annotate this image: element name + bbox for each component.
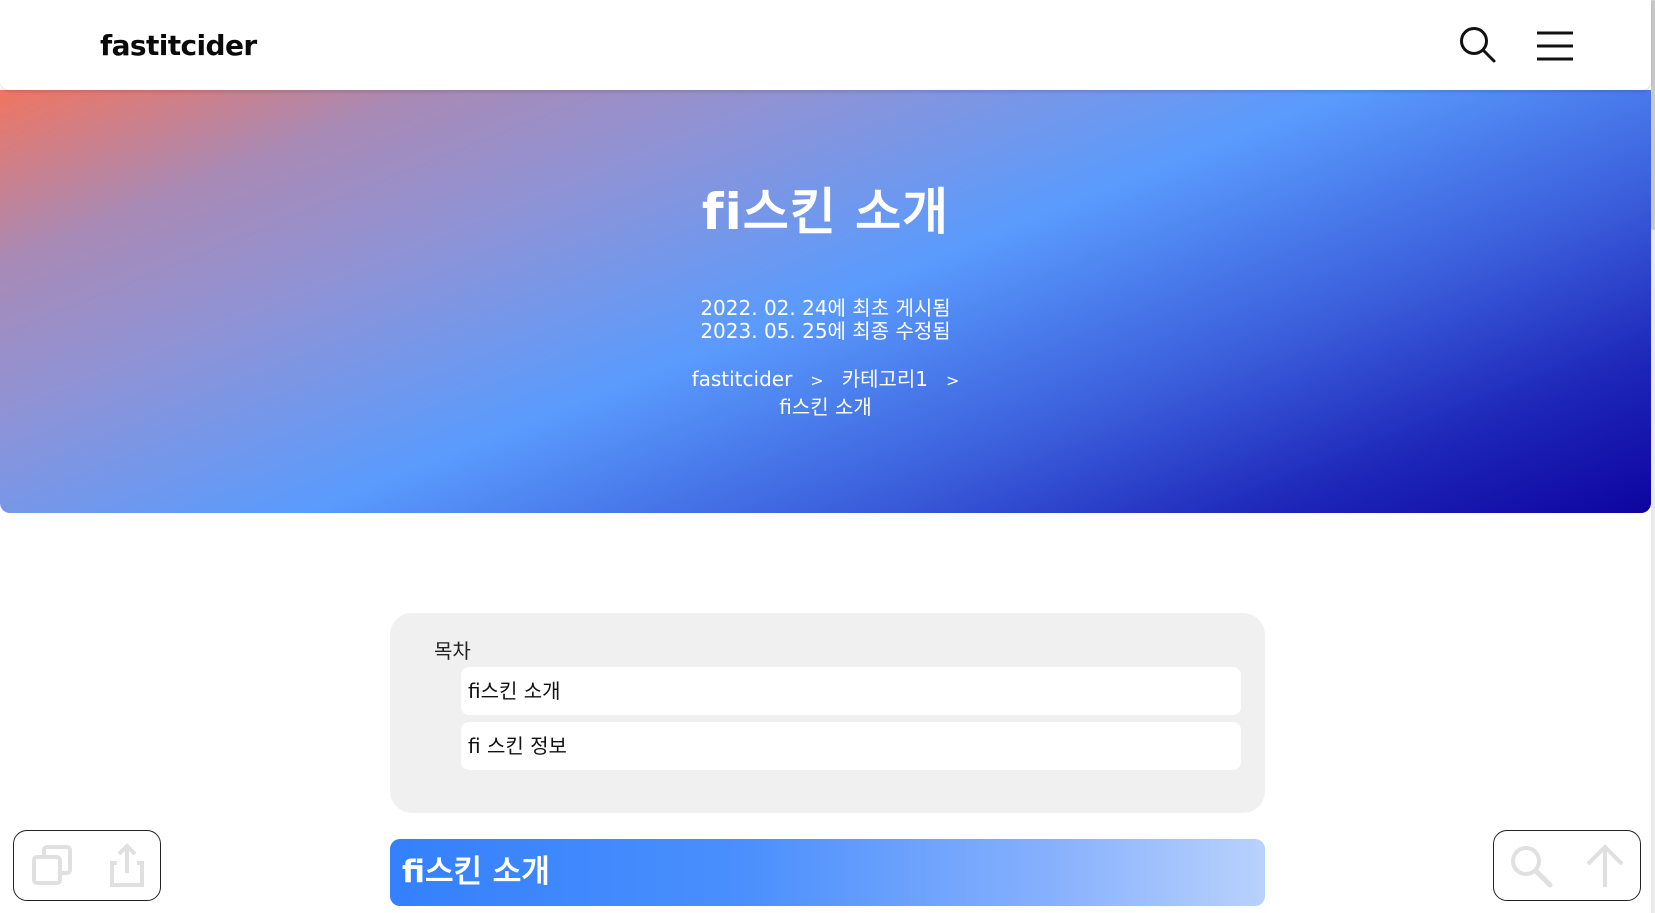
breadcrumb: fastitcider > 카테고리1 > fi스킨 소개 — [0, 366, 1651, 420]
post-published-date: 2022. 02. 24에 최초 게시됨 — [700, 296, 951, 320]
post-modified-date: 2023. 05. 25에 최종 수정됨 — [700, 319, 951, 343]
search-icon — [1460, 27, 1496, 63]
breadcrumb-current[interactable]: fi스킨 소개 — [779, 395, 872, 419]
floating-tools-left — [13, 830, 161, 901]
share-button[interactable] — [102, 841, 152, 891]
post-title: fi스킨 소개 — [701, 183, 950, 241]
site-logo[interactable]: fastitcider — [100, 29, 257, 62]
hamburger-menu-icon — [1537, 31, 1573, 61]
breadcrumb-separator: > — [946, 371, 960, 390]
table-of-contents: 목차 fi스킨 소개 fi 스킨 정보 — [390, 613, 1265, 813]
toc-title: 목차 — [434, 639, 471, 663]
copy-icon — [32, 845, 72, 885]
breadcrumb-home[interactable]: fastitcider — [692, 366, 793, 392]
site-header: fastitcider — [0, 0, 1651, 90]
search-button[interactable] — [1457, 24, 1501, 68]
menu-button[interactable] — [1533, 24, 1577, 68]
section-heading: fi스킨 소개 — [390, 839, 1265, 906]
floating-search-button[interactable] — [1506, 841, 1556, 891]
toc-item[interactable]: fi스킨 소개 — [461, 667, 1241, 715]
search-icon — [1511, 846, 1553, 888]
breadcrumb-separator: > — [810, 371, 824, 390]
scroll-to-top-button[interactable] — [1580, 841, 1630, 891]
arrow-up-icon — [1586, 844, 1624, 887]
post-hero: fi스킨 소개 2022. 02. 24에 최초 게시됨 2023. 05. 2… — [0, 90, 1651, 513]
breadcrumb-category[interactable]: 카테고리1 — [842, 366, 928, 392]
scrollbar-thumb[interactable] — [1651, 0, 1655, 230]
toc-item[interactable]: fi 스킨 정보 — [461, 722, 1241, 770]
copy-button[interactable] — [28, 841, 78, 891]
floating-tools-right — [1493, 830, 1641, 901]
post-dates: 2022. 02. 24에 최초 게시됨 2023. 05. 25에 최종 수정… — [0, 297, 1651, 343]
page-scrollbar[interactable] — [1651, 0, 1655, 913]
share-icon — [110, 843, 144, 887]
